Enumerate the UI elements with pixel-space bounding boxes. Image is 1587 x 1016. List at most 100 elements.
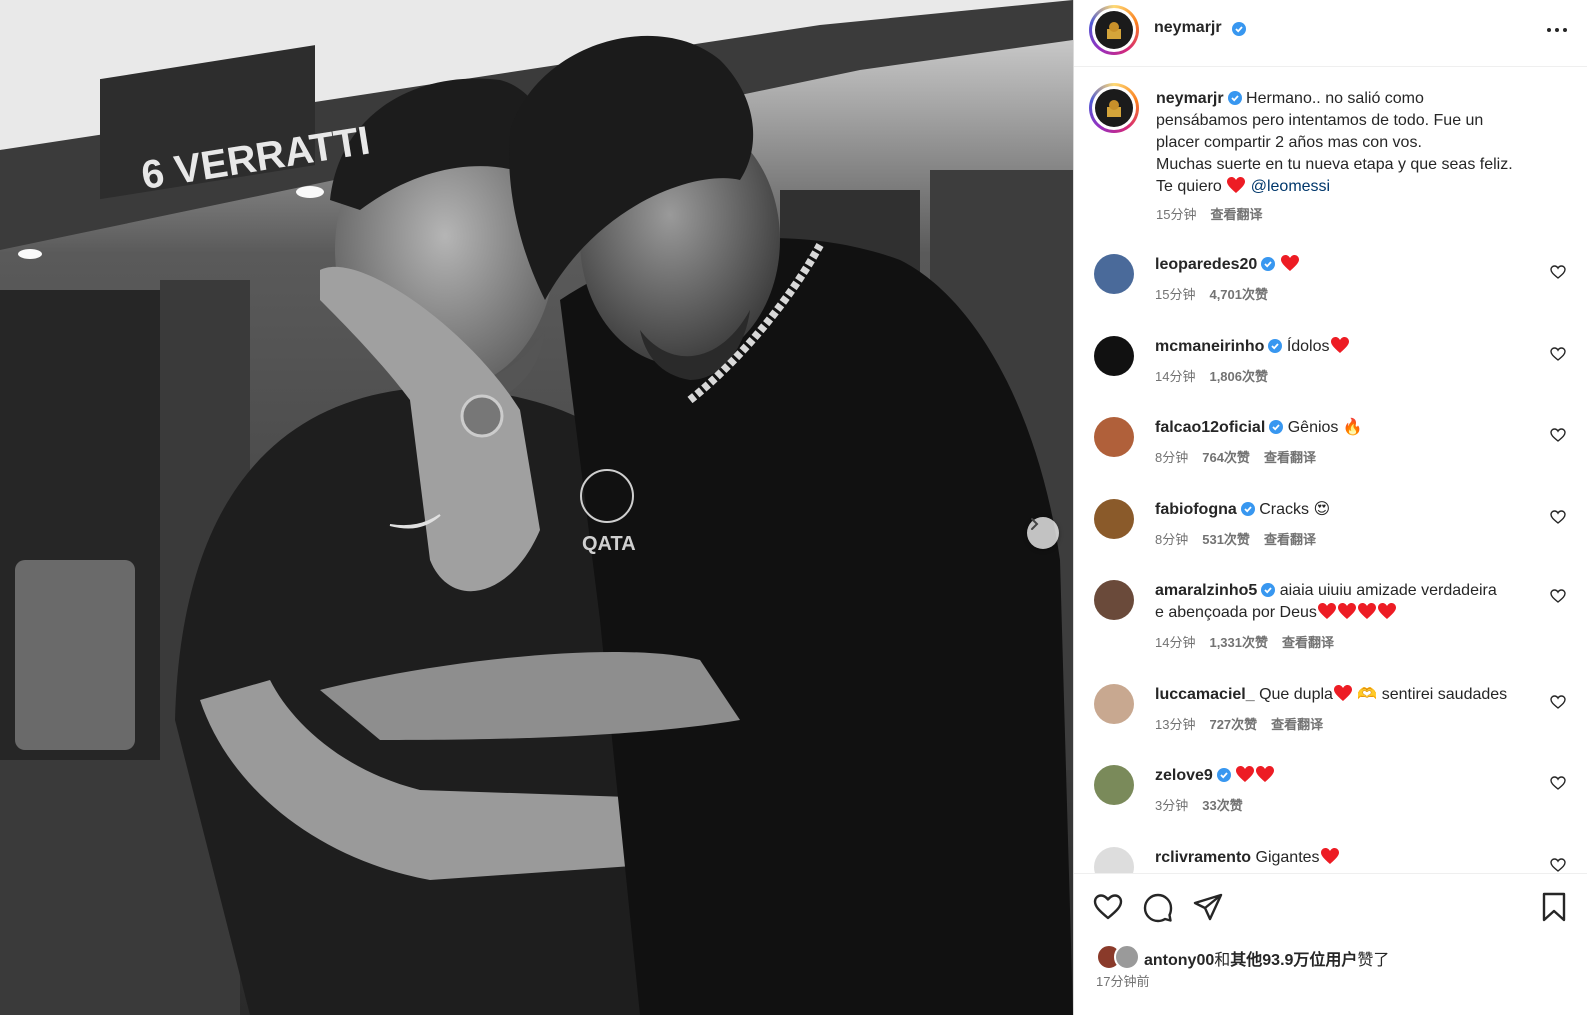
comment-username[interactable]: falcao12oficial <box>1155 419 1265 436</box>
comment-likes[interactable]: 531次赞 <box>1202 532 1250 547</box>
post-header: neymarjr <box>1074 0 1587 67</box>
comment-time[interactable]: 3分钟 <box>1155 798 1188 813</box>
comments-list[interactable]: neymarjr Hermano.. no salió como pensába… <box>1074 67 1587 873</box>
comment-like-heart-icon[interactable] <box>1550 427 1566 443</box>
comment-likes[interactable]: 1,806次赞 <box>1209 369 1268 384</box>
comment-likes[interactable]: 764次赞 <box>1202 450 1250 465</box>
comment-text: zelove9 <box>1155 765 1535 787</box>
comment-like-heart-icon[interactable] <box>1550 346 1566 362</box>
comment-username[interactable]: rclivramento <box>1155 849 1251 866</box>
likes-others[interactable]: 其他93.9万位用户 <box>1230 952 1357 969</box>
post-caption: neymarjr Hermano.. no salió como pensába… <box>1156 88 1561 226</box>
likes-suffix: 赞了 <box>1357 952 1390 969</box>
comment-avatar[interactable] <box>1094 336 1134 376</box>
comment-likes[interactable]: 33次赞 <box>1202 798 1242 813</box>
comment-avatar[interactable] <box>1094 499 1134 539</box>
caption-username[interactable]: neymarjr <box>1156 90 1224 107</box>
comment-like-heart-icon[interactable] <box>1550 264 1566 280</box>
red-heart-emoji <box>1357 603 1376 619</box>
comment-time[interactable]: 8分钟 <box>1155 450 1188 465</box>
caption-line-2: pensábamos pero intentamos de todo. Fue … <box>1156 112 1484 129</box>
paper-plane-icon[interactable] <box>1192 891 1224 923</box>
red-heart-emoji <box>1337 603 1356 619</box>
caption-meta: 15分钟 查看翻译 <box>1156 204 1561 226</box>
comment-likes[interactable]: 4,701次赞 <box>1209 287 1268 302</box>
comment-body: Gigantes <box>1255 849 1320 866</box>
post-actions: antony00和其他93.9万位用户赞了 17分钟前 <box>1074 873 1587 1016</box>
comment-avatar[interactable] <box>1094 684 1134 724</box>
comment-text: luccamaciel_ Que dupla 🫶 sentirei saudad… <box>1155 684 1535 706</box>
heart-outline-icon[interactable] <box>1092 891 1124 923</box>
more-options-icon[interactable] <box>1544 20 1570 40</box>
comment-avatar[interactable] <box>1094 417 1134 457</box>
bookmark-icon[interactable] <box>1538 891 1570 923</box>
comment-text: falcao12oficial Gênios 🔥 <box>1155 417 1535 439</box>
red-heart-emoji <box>1320 848 1339 864</box>
caption-line-4: Muchas suerte en tu nueva etapa y que se… <box>1156 156 1513 173</box>
red-heart-emoji <box>1280 255 1299 271</box>
comment-time[interactable]: 14分钟 <box>1155 369 1195 384</box>
comment-like-heart-icon[interactable] <box>1550 509 1566 525</box>
comment-translate-link[interactable]: 查看翻译 <box>1264 532 1316 547</box>
avatar <box>1095 11 1133 49</box>
comment-likes[interactable]: 1,331次赞 <box>1209 635 1268 650</box>
comment-meta: 8分钟 531次赞 查看翻译 <box>1155 529 1330 548</box>
caption-time[interactable]: 15分钟 <box>1156 207 1196 222</box>
comment-like-heart-icon[interactable] <box>1550 775 1566 791</box>
story-ring[interactable] <box>1089 5 1139 55</box>
red-heart-emoji <box>1256 766 1275 782</box>
comment-username[interactable]: leoparedes20 <box>1155 256 1257 273</box>
author-username[interactable]: neymarjr <box>1154 19 1222 37</box>
comment-like-heart-icon[interactable] <box>1550 857 1566 873</box>
red-heart-emoji <box>1330 337 1349 353</box>
instagram-post: QATA 6 VERRATTI neymarjr neymarjr Herman… <box>0 0 1587 1016</box>
likes-summary[interactable]: antony00和其他93.9万位用户赞了 <box>1096 944 1389 970</box>
comment-avatar[interactable] <box>1094 765 1134 805</box>
comment-translate-link[interactable]: 查看翻译 <box>1264 450 1316 465</box>
comment-body-line-2: e abençoada por Deus <box>1155 604 1317 621</box>
comment-avatar[interactable] <box>1094 847 1134 873</box>
comment-translate-link[interactable]: 查看翻译 <box>1282 635 1334 650</box>
post-photo: QATA 6 VERRATTI <box>0 0 1073 1015</box>
comment-avatar[interactable] <box>1094 580 1134 620</box>
verified-badge-icon <box>1227 91 1242 105</box>
likes-joiner: 和 <box>1214 952 1231 969</box>
comment-body: aiaia uiuiu amizade verdadeira <box>1279 582 1497 599</box>
comment-text: rclivramento Gigantes <box>1155 847 1535 869</box>
comment-username[interactable]: amaralzinho5 <box>1155 582 1257 599</box>
caption-avatar <box>1095 89 1133 127</box>
comment-time[interactable]: 15分钟 <box>1155 287 1195 302</box>
post-time-ago[interactable]: 17分钟前 <box>1096 971 1149 990</box>
next-photo-button[interactable] <box>1027 517 1059 549</box>
verified-badge-icon <box>1216 768 1231 782</box>
comment-meta: 3分钟 33次赞 <box>1155 795 1257 814</box>
comment-time[interactable]: 8分钟 <box>1155 532 1188 547</box>
comment-time[interactable]: 14分钟 <box>1155 635 1195 650</box>
caption-story-ring[interactable] <box>1089 83 1139 133</box>
comment-meta: 14分钟 1,331次赞 查看翻译 <box>1155 632 1348 651</box>
chevron-right-icon <box>1031 518 1039 530</box>
comment-bubble-icon[interactable] <box>1142 891 1174 923</box>
comment-username[interactable]: fabiofogna <box>1155 501 1237 518</box>
svg-text:QATA: QATA <box>582 533 636 555</box>
comment-meta: 8分钟 764次赞 查看翻译 <box>1155 447 1330 466</box>
mention-link[interactable]: @leomessi <box>1251 178 1330 195</box>
comment-avatar[interactable] <box>1094 254 1134 294</box>
comment-like-heart-icon[interactable] <box>1550 588 1566 604</box>
likes-user[interactable]: antony00 <box>1144 952 1214 969</box>
comment-meta: 15分钟 4,701次赞 <box>1155 284 1282 303</box>
comment-username[interactable]: luccamaciel_ <box>1155 686 1255 703</box>
verified-badge-icon <box>1269 420 1284 434</box>
red-heart-emoji <box>1317 603 1336 619</box>
verified-badge-icon <box>1261 583 1276 597</box>
comment-translate-link[interactable]: 查看翻译 <box>1271 717 1323 732</box>
caption-translate-link[interactable]: 查看翻译 <box>1210 207 1262 222</box>
comment-likes[interactable]: 727次赞 <box>1209 717 1257 732</box>
comment-username[interactable]: zelove9 <box>1155 767 1213 784</box>
comment-time[interactable]: 13分钟 <box>1155 717 1195 732</box>
comment-like-heart-icon[interactable] <box>1550 694 1566 710</box>
caption-line-5: Te quiero <box>1156 178 1222 195</box>
red-heart-emoji <box>1333 685 1352 701</box>
comment-text: fabiofogna Cracks 😍 <box>1155 499 1535 521</box>
comment-username[interactable]: mcmaneirinho <box>1155 338 1264 355</box>
